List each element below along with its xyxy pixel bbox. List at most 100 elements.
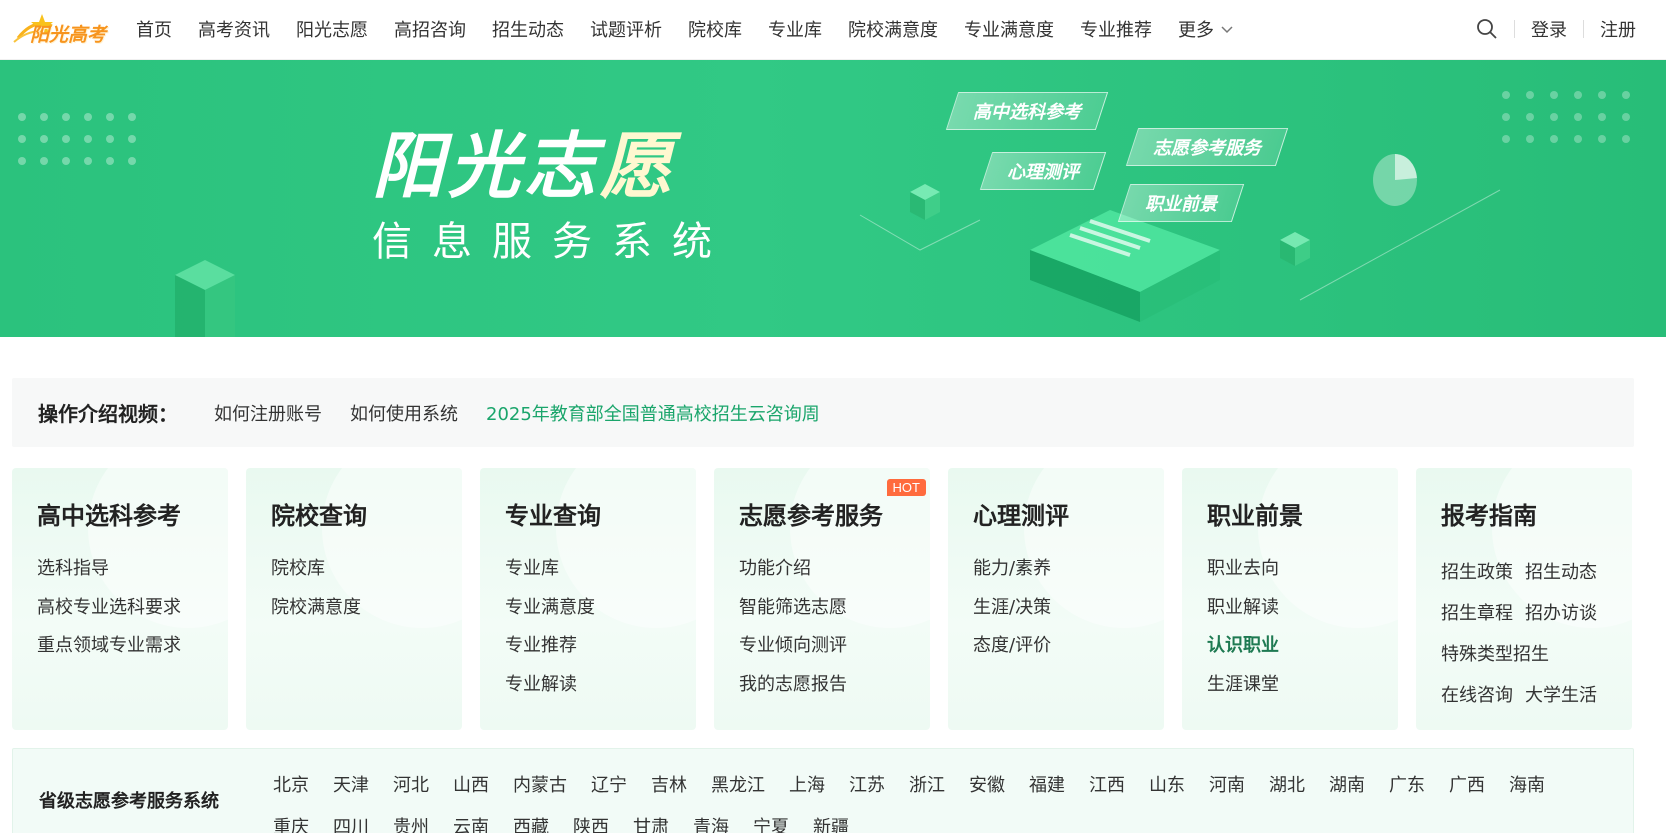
card-link[interactable]: 生涯/决策 <box>973 589 1051 628</box>
card-link[interactable]: 生涯课堂 <box>1207 666 1279 705</box>
province-link[interactable]: 西藏 <box>513 807 549 833</box>
card-school-query: 院校查询 院校库 院校满意度 <box>246 468 462 730</box>
province-link[interactable]: 贵州 <box>393 807 429 833</box>
province-link[interactable]: 天津 <box>333 765 369 807</box>
card-volunteer-service: HOT 志愿参考服务 功能介绍 智能筛选志愿 专业倾向测评 我的志愿报告 <box>714 468 930 730</box>
nav-item-news[interactable]: 高考资讯 <box>198 16 270 42</box>
nav-item-school-db[interactable]: 院校库 <box>688 16 742 42</box>
card-link[interactable]: 智能筛选志愿 <box>739 589 847 628</box>
card-title: 专业查询 <box>505 502 601 530</box>
nav-item-admission-news[interactable]: 招生动态 <box>492 16 564 42</box>
province-link[interactable]: 辽宁 <box>591 765 627 807</box>
nav-item-school-satisfaction[interactable]: 院校满意度 <box>848 16 938 42</box>
nav-item-consult[interactable]: 高招咨询 <box>394 16 466 42</box>
province-link[interactable]: 湖南 <box>1329 765 1365 807</box>
province-link[interactable]: 福建 <box>1029 765 1065 807</box>
banner-subtitle: 信息服务系统 <box>372 219 732 265</box>
card-link[interactable]: 态度/评价 <box>973 627 1051 666</box>
main-nav: 首页 高考资讯 阳光志愿 高招咨询 招生动态 试题评析 院校库 专业库 院校满意… <box>136 0 1234 58</box>
intro-video-bar: 操作介绍视频： 如何注册账号 如何使用系统 2025年教育部全国普通高校招生云咨… <box>12 378 1634 447</box>
province-link[interactable]: 上海 <box>789 765 825 807</box>
banner-tag-subject-selection[interactable]: 高中选科参考 <box>945 92 1109 130</box>
card-title: 职业前景 <box>1207 502 1303 530</box>
banner-tag-psych-test[interactable]: 心理测评 <box>979 152 1107 190</box>
nav-item-exam-review[interactable]: 试题评析 <box>590 16 662 42</box>
province-link[interactable]: 广西 <box>1449 765 1485 807</box>
province-link[interactable]: 海南 <box>1509 765 1545 807</box>
province-link[interactable]: 陕西 <box>573 807 609 833</box>
province-link[interactable]: 北京 <box>273 765 309 807</box>
card-link[interactable]: 高校专业选科要求 <box>37 589 181 628</box>
card-link[interactable]: 职业解读 <box>1207 589 1279 628</box>
province-link[interactable]: 湖北 <box>1269 765 1305 807</box>
province-link[interactable]: 宁夏 <box>753 807 789 833</box>
province-link[interactable]: 云南 <box>453 807 489 833</box>
video-link-cloud-consult[interactable]: 2025年教育部全国普通高校招生云咨询周 <box>486 400 820 426</box>
card-subject-selection: 高中选科参考 选科指导 高校专业选科要求 重点领域专业需求 <box>12 468 228 730</box>
feature-cards: 高中选科参考 选科指导 高校专业选科要求 重点领域专业需求 院校查询 院校库 院… <box>12 468 1634 730</box>
card-link[interactable]: 在线咨询 <box>1441 675 1513 716</box>
chevron-down-icon <box>1221 26 1233 34</box>
card-link[interactable]: 招生动态 <box>1525 552 1597 593</box>
nav-item-major-db[interactable]: 专业库 <box>768 16 822 42</box>
video-link-register[interactable]: 如何注册账号 <box>214 400 322 426</box>
card-link[interactable]: 招生政策 <box>1441 552 1513 593</box>
card-link[interactable]: 院校库 <box>271 550 361 589</box>
card-link-active[interactable]: 认识职业 <box>1207 627 1279 666</box>
divider <box>1583 20 1584 38</box>
banner-tag-volunteer-service[interactable]: 志愿参考服务 <box>1125 128 1289 166</box>
province-link[interactable]: 河北 <box>393 765 429 807</box>
nav-more-menu[interactable]: 更多 <box>1178 16 1234 42</box>
province-link[interactable]: 重庆 <box>273 807 309 833</box>
card-link[interactable]: 专业满意度 <box>505 589 595 628</box>
card-link[interactable]: 专业倾向测评 <box>739 627 847 666</box>
login-link[interactable]: 登录 <box>1531 16 1567 42</box>
nav-item-home[interactable]: 首页 <box>136 16 172 42</box>
card-link[interactable]: 院校满意度 <box>271 589 361 628</box>
card-link[interactable]: 招办访谈 <box>1525 593 1597 634</box>
video-link-usage[interactable]: 如何使用系统 <box>350 400 458 426</box>
card-link[interactable]: 专业推荐 <box>505 627 595 666</box>
province-link[interactable]: 广东 <box>1389 765 1425 807</box>
nav-item-sunshine-volunteer[interactable]: 阳光志愿 <box>296 16 368 42</box>
province-link[interactable]: 山西 <box>453 765 489 807</box>
card-link[interactable]: 大学生活 <box>1525 675 1597 716</box>
nav-item-major-satisfaction[interactable]: 专业满意度 <box>964 16 1054 42</box>
card-link[interactable]: 招生章程 <box>1441 593 1513 634</box>
card-link[interactable]: 我的志愿报告 <box>739 666 847 705</box>
banner-title: 阳光志愿 <box>372 126 676 206</box>
card-link[interactable]: 专业库 <box>505 550 595 589</box>
province-link[interactable]: 甘肃 <box>633 807 669 833</box>
card-link[interactable]: 特殊类型招生 <box>1441 634 1597 675</box>
province-link[interactable]: 青海 <box>693 807 729 833</box>
province-link[interactable]: 江苏 <box>849 765 885 807</box>
card-link[interactable]: 选科指导 <box>37 550 181 589</box>
register-link[interactable]: 注册 <box>1600 16 1636 42</box>
banner-tag-label: 高中选科参考 <box>973 102 1081 123</box>
search-icon[interactable] <box>1476 18 1498 40</box>
card-link[interactable]: 职业去向 <box>1207 550 1279 589</box>
province-link[interactable]: 山东 <box>1149 765 1185 807</box>
province-link[interactable]: 浙江 <box>909 765 945 807</box>
province-list: 北京 天津 河北 山西 内蒙古 辽宁 吉林 黑龙江 上海 江苏 浙江 安徽 福建 江西 山东 河南 湖北 湖南 广东… <box>273 765 1623 833</box>
province-link[interactable]: 内蒙古 <box>513 765 567 807</box>
province-link[interactable]: 吉林 <box>651 765 687 807</box>
card-title: 院校查询 <box>271 502 367 530</box>
card-link[interactable]: 功能介绍 <box>739 550 847 589</box>
province-link[interactable]: 四川 <box>333 807 369 833</box>
card-link[interactable]: 重点领域专业需求 <box>37 627 181 666</box>
card-link[interactable]: 专业解读 <box>505 666 595 705</box>
divider <box>1514 20 1515 38</box>
card-link-grid: 招生政策 招生动态 招生章程 招办访谈 特殊类型招生 在线咨询 大学生活 <box>1441 552 1597 716</box>
province-link[interactable]: 江西 <box>1089 765 1125 807</box>
banner-tag-label: 志愿参考服务 <box>1153 138 1261 159</box>
province-link[interactable]: 安徽 <box>969 765 1005 807</box>
card-link[interactable]: 能力/素养 <box>973 550 1051 589</box>
province-link[interactable]: 黑龙江 <box>711 765 765 807</box>
province-link[interactable]: 河南 <box>1209 765 1245 807</box>
site-logo[interactable]: 阳光高考 <box>12 8 122 52</box>
banner-tag-career[interactable]: 职业前景 <box>1117 184 1245 222</box>
nav-item-major-recommend[interactable]: 专业推荐 <box>1080 16 1152 42</box>
province-link[interactable]: 新疆 <box>813 807 849 833</box>
card-title: 高中选科参考 <box>37 502 181 530</box>
